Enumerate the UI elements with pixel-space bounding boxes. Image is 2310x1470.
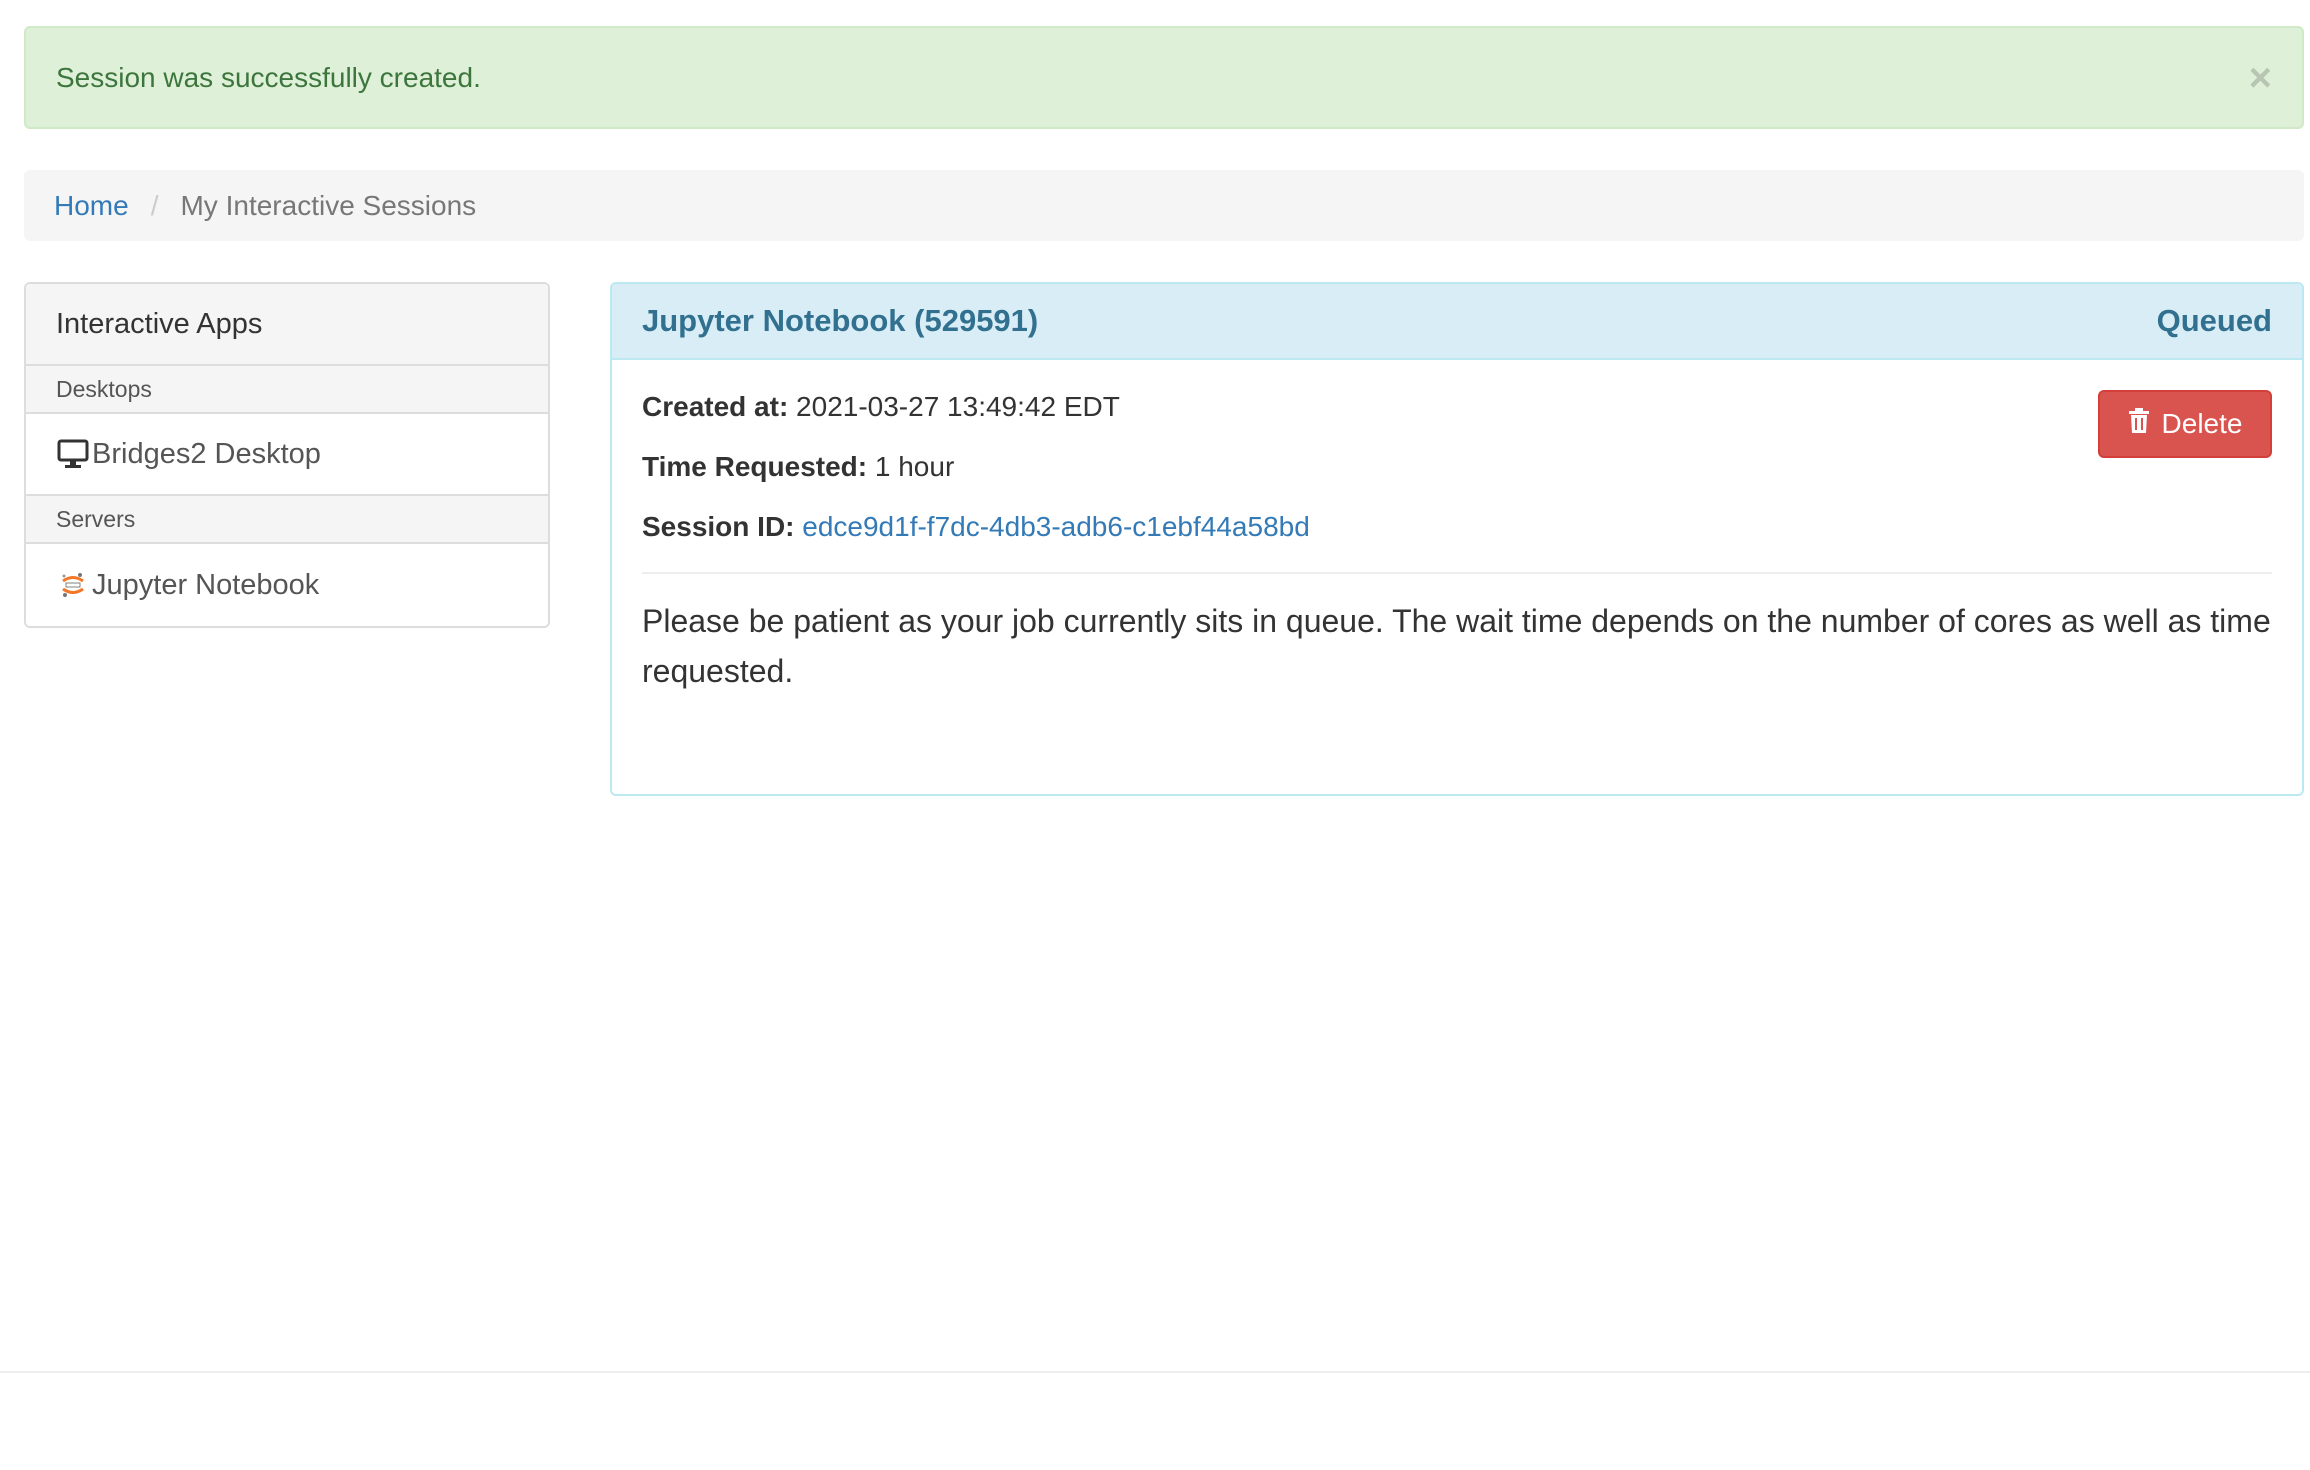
created-at-row: Created at: 2021-03-27 13:49:42 EDT <box>642 390 2272 450</box>
created-at-value: 2021-03-27 13:49:42 EDT <box>796 391 1120 422</box>
breadcrumb-current: My Interactive Sessions <box>180 189 477 221</box>
sidebar-section-desktops: Desktops <box>26 366 548 414</box>
session-id-row: Session ID: edce9d1f-f7dc-4db3-adb6-c1eb… <box>642 510 2272 572</box>
sidebar-item-label: Bridges2 Desktop <box>92 437 321 470</box>
delete-button[interactable]: Delete <box>2098 390 2272 458</box>
breadcrumb: Home / My Interactive Sessions <box>24 170 2304 241</box>
sidebar-section-servers: Servers <box>26 496 548 544</box>
session-panel-body: Created at: 2021-03-27 13:49:42 EDT Time… <box>612 360 2302 696</box>
session-panel: Jupyter Notebook (529591) Queued Created… <box>610 282 2304 796</box>
footer-divider <box>0 1371 2310 1373</box>
session-status-badge: Queued <box>2156 303 2272 338</box>
sidebar-heading: Interactive Apps <box>26 284 548 366</box>
breadcrumb-separator: / <box>150 189 159 221</box>
delete-button-label: Delete <box>2161 408 2243 439</box>
session-panel-heading: Jupyter Notebook (529591) Queued <box>612 284 2302 360</box>
jupyter-icon <box>56 568 90 602</box>
time-requested-label: Time Requested: <box>642 451 868 482</box>
breadcrumb-home-link[interactable]: Home <box>54 190 129 222</box>
interactive-apps-sidebar: Interactive Apps Desktops Bridges2 Deskt… <box>24 282 550 628</box>
created-at-label: Created at: <box>642 391 789 422</box>
session-title: Jupyter Notebook (529591) <box>642 303 1039 338</box>
trash-icon <box>2128 407 2150 441</box>
session-id-label: Session ID: <box>642 511 795 542</box>
queue-notice: Please be patient as your job currently … <box>642 603 2271 689</box>
time-requested-row: Time Requested: 1 hour <box>642 450 2272 510</box>
sidebar-item-bridges2-desktop[interactable]: Bridges2 Desktop <box>26 414 548 496</box>
desktop-icon <box>56 437 90 471</box>
time-requested-value: 1 hour <box>874 451 955 482</box>
sidebar-item-label: Jupyter Notebook <box>92 568 320 601</box>
success-alert: Session was successfully created. × <box>24 26 2304 129</box>
sidebar-item-jupyter-notebook[interactable]: Jupyter Notebook <box>26 544 548 626</box>
alert-message: Session was successfully created. <box>56 61 481 93</box>
close-icon[interactable]: × <box>2249 58 2272 98</box>
session-id-link[interactable]: edce9d1f-f7dc-4db3-adb6-c1ebf44a58bd <box>802 511 1310 542</box>
